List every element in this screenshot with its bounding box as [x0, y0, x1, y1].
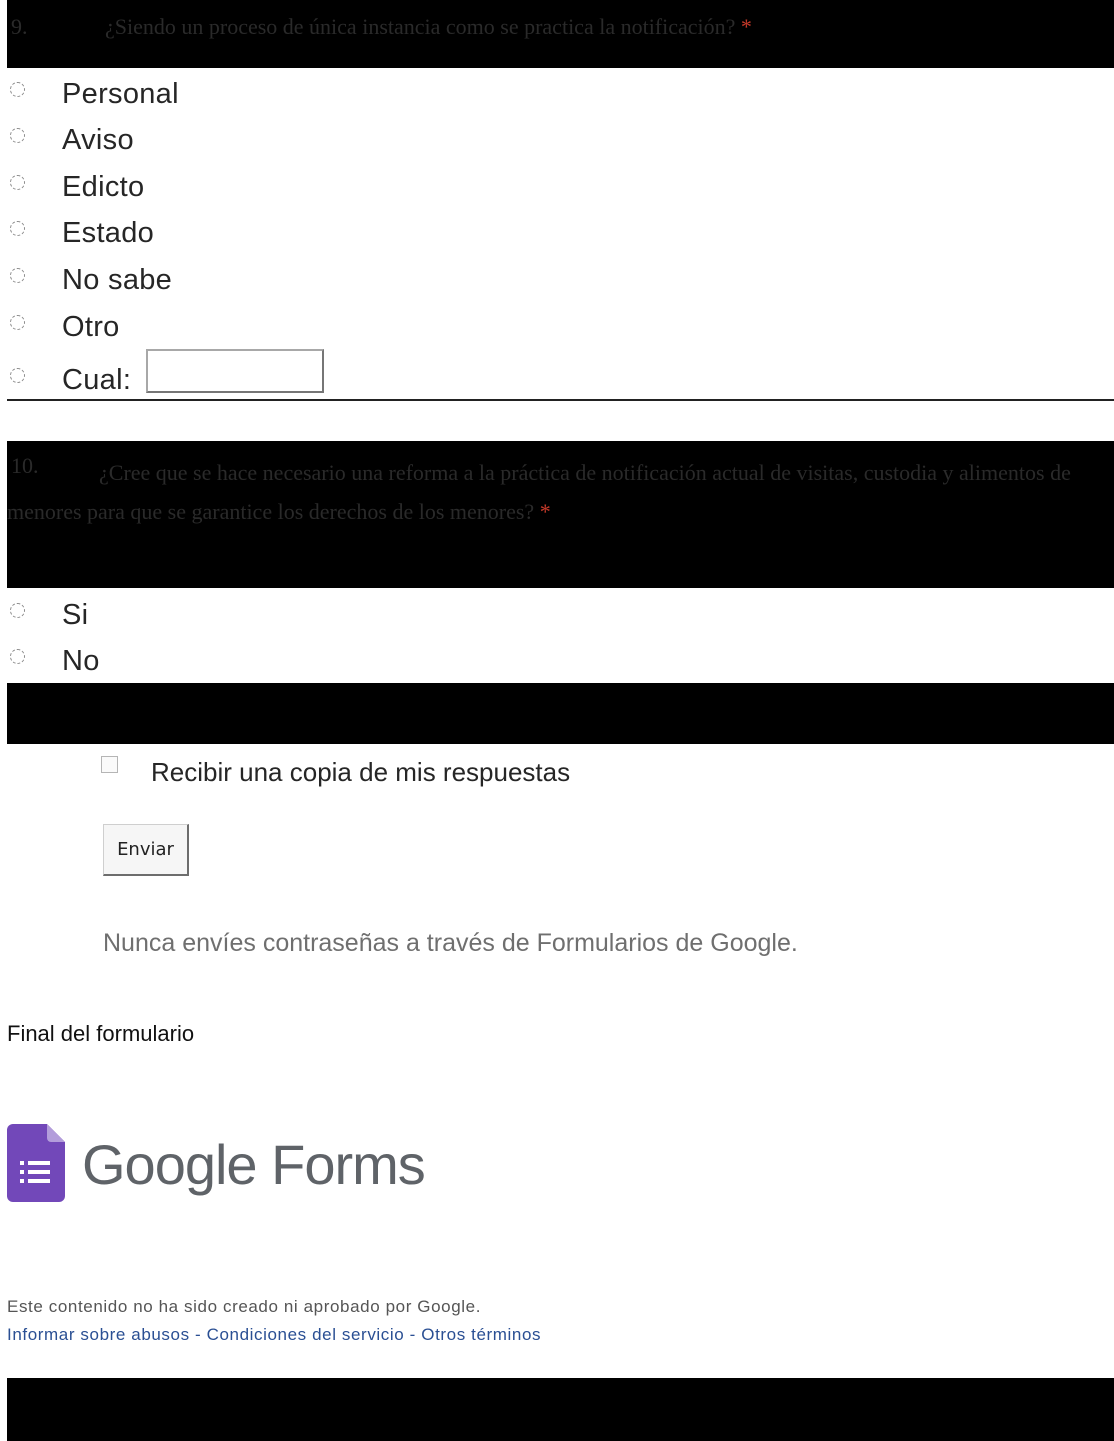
other-text-input[interactable] — [146, 349, 324, 393]
question-10-header: 10. ¿Cree que se hace necesario una refo… — [7, 441, 1114, 588]
radio-button[interactable] — [10, 268, 25, 283]
report-abuse-link[interactable]: Informar sobre abusos — [7, 1325, 190, 1344]
option-label: Personal — [62, 78, 179, 110]
legal-links: Informar sobre abusos - Condiciones del … — [7, 1325, 541, 1345]
option-label: No — [62, 645, 100, 677]
radio-button[interactable] — [10, 315, 25, 330]
terms-of-service-link[interactable]: Condiciones del servicio — [207, 1325, 405, 1344]
option-label: Si — [62, 599, 89, 631]
google-forms-icon — [7, 1124, 65, 1202]
copy-responses-label: Recibir una copia de mis respuestas — [151, 757, 571, 787]
google-forms-wordmark: Google Forms — [82, 1132, 426, 1197]
required-asterisk: * — [539, 499, 551, 524]
redacted-bar-bottom — [7, 1378, 1114, 1441]
option-label: Estado — [62, 217, 155, 249]
wordmark-forms: Forms — [271, 1133, 426, 1196]
radio-button[interactable] — [10, 82, 25, 97]
radio-button[interactable] — [10, 603, 25, 618]
password-warning: Nunca envíes contraseñas a través de For… — [103, 929, 798, 957]
option-label: Otro — [62, 311, 120, 343]
required-asterisk: * — [740, 14, 752, 39]
option-label: Edicto — [62, 171, 145, 203]
option-label: Cual: — [62, 364, 132, 396]
section-divider — [7, 399, 1114, 401]
link-separator: - — [404, 1325, 422, 1344]
radio-button[interactable] — [10, 649, 25, 664]
radio-button[interactable] — [10, 368, 25, 383]
question-9-header: 9. ¿Siendo un proceso de única instancia… — [7, 0, 1114, 68]
other-terms-link[interactable]: Otros términos — [421, 1325, 541, 1344]
question-9-number: 9. — [11, 14, 28, 39]
question-9-text: ¿Siendo un proceso de única instancia co… — [105, 14, 752, 40]
copy-responses-checkbox[interactable] — [101, 756, 118, 773]
radio-button[interactable] — [10, 221, 25, 236]
link-separator: - — [189, 1325, 207, 1344]
option-label: Aviso — [62, 124, 134, 156]
end-of-form-label: Final del formulario — [7, 1021, 195, 1046]
question-10-text: ¿Cree que se hace necesario una reforma … — [7, 453, 1107, 531]
redacted-bar — [7, 683, 1114, 744]
wordmark-google: Google — [82, 1133, 258, 1196]
radio-button[interactable] — [10, 175, 25, 190]
content-disclaimer: Este contenido no ha sido creado ni apro… — [7, 1297, 482, 1316]
question-9-title: ¿Siendo un proceso de única instancia co… — [105, 14, 736, 39]
submit-button[interactable]: Enviar — [103, 824, 189, 876]
option-label: No sabe — [62, 264, 173, 296]
radio-button[interactable] — [10, 128, 25, 143]
